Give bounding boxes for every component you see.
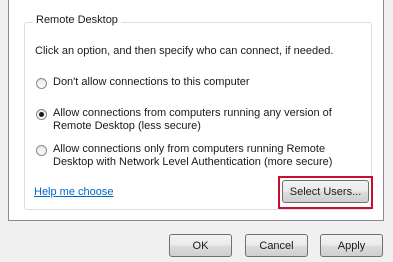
radio-allow-any-version[interactable] [36,109,47,120]
groupbox-legend: Remote Desktop [33,14,121,26]
radio-allow-nla-only[interactable] [36,145,47,156]
radio-dont-allow[interactable] [36,78,47,89]
apply-button[interactable]: Apply [320,234,383,257]
option-dont-allow-label[interactable]: Don't allow connections to this computer [53,76,250,88]
highlight-box [278,176,373,209]
cancel-button[interactable]: Cancel [245,234,308,257]
ok-button[interactable]: OK [169,234,232,257]
option-allow-nla-label-line1[interactable]: Allow connections only from computers ru… [53,143,325,155]
option-allow-any-label-line1[interactable]: Allow connections from computers running… [53,107,332,119]
help-me-choose-link[interactable]: Help me choose [34,186,114,198]
option-allow-nla-label-line2[interactable]: Desktop with Network Level Authenticatio… [53,156,332,168]
option-allow-any-label-line2[interactable]: Remote Desktop (less secure) [53,120,201,132]
instruction-text: Click an option, and then specify who ca… [35,45,334,57]
